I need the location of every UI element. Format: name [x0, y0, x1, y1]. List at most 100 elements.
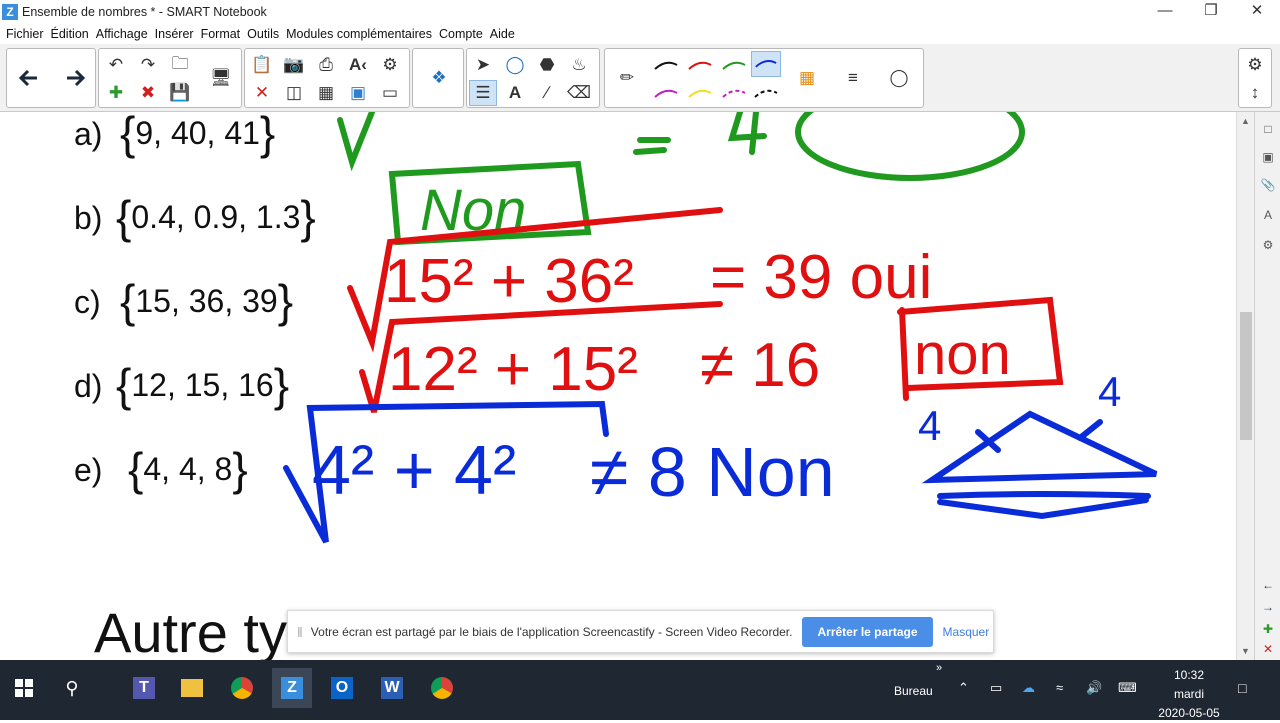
show-more-icon[interactable]: »	[936, 662, 942, 674]
clock[interactable]: 10:32 mardi 2020-05-05	[1150, 666, 1228, 723]
chrome-button-2[interactable]	[422, 668, 462, 708]
screen-shade-button[interactable]: ▣	[344, 80, 372, 106]
wifi-icon[interactable]: ≈	[1056, 680, 1063, 695]
share-message: Votre écran est partagé par le biais de …	[310, 624, 793, 639]
pen-blue[interactable]	[751, 51, 781, 77]
notebook-page[interactable]: a) {9, 40, 41} b) {0.4, 0.9, 1.3} c) {15…	[0, 112, 1236, 660]
file-explorer-button[interactable]	[172, 668, 212, 708]
word-button[interactable]: W	[372, 668, 412, 708]
text-recognition-button[interactable]: A‹	[344, 52, 372, 78]
response-button[interactable]: ▭	[376, 80, 404, 106]
plugin-button[interactable]: ❖	[425, 65, 453, 91]
screen-capture-button[interactable]: ⎙	[312, 52, 340, 78]
vertical-scrollbar[interactable]: ▲ ▼	[1236, 112, 1254, 660]
menu-compte[interactable]: Compte	[439, 27, 483, 41]
save-button[interactable]: 💾	[166, 80, 194, 106]
addons-tab[interactable]: ⚙	[1259, 238, 1277, 256]
document-camera-button[interactable]: ◫	[280, 80, 308, 106]
minimize-button[interactable]: —	[1142, 0, 1188, 24]
clear-button[interactable]: ✕	[248, 80, 276, 106]
pen-magenta-dashed[interactable]	[719, 81, 749, 107]
line-tool[interactable]: ∕	[533, 80, 561, 106]
teams-button[interactable]: T	[124, 668, 164, 708]
battery-icon[interactable]: ▭	[990, 680, 1002, 696]
add-page-button[interactable]: ✚	[102, 80, 130, 106]
scrollbar-thumb[interactable]	[1240, 312, 1252, 440]
eraser-tool[interactable]: ⌫	[565, 80, 593, 106]
desktop-toolbar-label[interactable]: Bureau	[894, 684, 933, 698]
tray-expand-icon[interactable]: ⌃	[958, 680, 969, 696]
pen-green[interactable]	[719, 53, 749, 79]
effects-icon: ◯	[889, 68, 909, 87]
paint-bucket-tool[interactable]: ♨	[565, 52, 593, 78]
volume-icon[interactable]: 🔊	[1086, 680, 1102, 696]
addons-button[interactable]: ⚙	[376, 52, 404, 78]
pen-red[interactable]	[685, 53, 715, 79]
screen-display-button[interactable]: 🖥	[207, 65, 235, 91]
pen-black[interactable]	[651, 53, 681, 79]
gallery-tab[interactable]: ▣	[1259, 150, 1277, 168]
scroll-down-icon[interactable]: ▼	[1241, 646, 1250, 656]
undo-button[interactable]: ↶	[102, 52, 130, 78]
drag-handle-icon[interactable]: ‖	[297, 624, 303, 640]
keyboard-icon[interactable]: ⌨	[1118, 680, 1137, 696]
blue-line-e-right: ≠ 8 Non	[590, 433, 835, 511]
red-line-c-left: 15² + 36²	[384, 247, 634, 316]
select-tool[interactable]: ➤	[469, 52, 497, 78]
move-toolbar-button[interactable]: ↕	[1241, 80, 1269, 106]
page-sorter-tab[interactable]: □	[1259, 122, 1277, 140]
delete-page-button[interactable]: ✖	[134, 80, 162, 106]
red-line-d-left: 12² + 15²	[388, 335, 638, 404]
sidebar-add-page-icon[interactable]: ✚	[1259, 622, 1277, 640]
pen-type-button[interactable]: ✏	[613, 65, 641, 91]
start-button[interactable]	[4, 668, 44, 708]
scroll-up-icon[interactable]: ▲	[1241, 116, 1250, 126]
menu-fichier[interactable]: Fichier	[6, 27, 44, 41]
menu-modules[interactable]: Modules complémentaires	[286, 27, 432, 41]
pen-black-dashed[interactable]	[751, 81, 781, 107]
stop-sharing-button[interactable]: Arrêter le partage	[802, 616, 933, 647]
color-palette-button[interactable]: ▦	[793, 65, 821, 91]
chrome-button[interactable]	[222, 668, 262, 708]
menu-edition[interactable]: Édition	[51, 27, 89, 41]
menu-outils[interactable]: Outils	[247, 27, 279, 41]
table-button[interactable]: ▦	[312, 80, 340, 106]
menu-affichage[interactable]: Affichage	[96, 27, 148, 41]
search-button[interactable]: ⚲	[52, 668, 92, 708]
maximize-button[interactable]: ❐	[1188, 0, 1234, 24]
text-tool[interactable]: A	[501, 80, 529, 106]
outlook-button[interactable]: O	[322, 668, 362, 708]
camera-button[interactable]: 📷	[280, 52, 308, 78]
hide-banner-link[interactable]: Masquer	[943, 625, 990, 639]
red-line-d-box: non	[914, 322, 1011, 387]
menu-inserer[interactable]: Insérer	[155, 27, 194, 41]
sidebar-prev-icon[interactable]: ←	[1259, 578, 1277, 596]
red-line-d-right: ≠ 16	[700, 331, 820, 400]
onedrive-icon[interactable]: ☁	[1022, 680, 1035, 696]
folder-icon: 🗀	[171, 53, 189, 73]
open-file-button[interactable]: 🗀	[166, 52, 194, 78]
undo-icon: ↶	[108, 55, 124, 74]
next-page-button[interactable]	[61, 65, 89, 91]
settings-button[interactable]: ⚙	[1241, 52, 1269, 78]
monitor-icon: 🖥	[210, 68, 232, 87]
smart-notebook-button[interactable]: Z	[272, 668, 312, 708]
properties-tab[interactable]: A	[1259, 208, 1277, 226]
pen-magenta[interactable]	[651, 81, 681, 107]
sidebar-next-icon[interactable]: →	[1259, 600, 1277, 618]
sidebar-delete-page-icon[interactable]: ✕	[1259, 642, 1277, 660]
line-style-button[interactable]: ≡	[839, 65, 867, 91]
pen-yellow[interactable]	[685, 81, 715, 107]
menu-aide[interactable]: Aide	[490, 27, 515, 41]
effects-button[interactable]: ◯	[885, 65, 913, 91]
attachments-tab[interactable]: 📎	[1259, 178, 1277, 196]
notifications-icon[interactable]: □	[1238, 680, 1246, 696]
fill-tool[interactable]: ⬣	[533, 52, 561, 78]
menu-format[interactable]: Format	[201, 27, 241, 41]
shapes-tool[interactable]: ◯	[501, 52, 529, 78]
pen-tool[interactable]: ☰	[469, 80, 497, 106]
paste-button[interactable]: 📋	[248, 52, 276, 78]
close-button[interactable]: ✕	[1234, 0, 1280, 24]
redo-button[interactable]: ↷	[134, 52, 162, 78]
previous-page-button[interactable]	[15, 65, 43, 91]
